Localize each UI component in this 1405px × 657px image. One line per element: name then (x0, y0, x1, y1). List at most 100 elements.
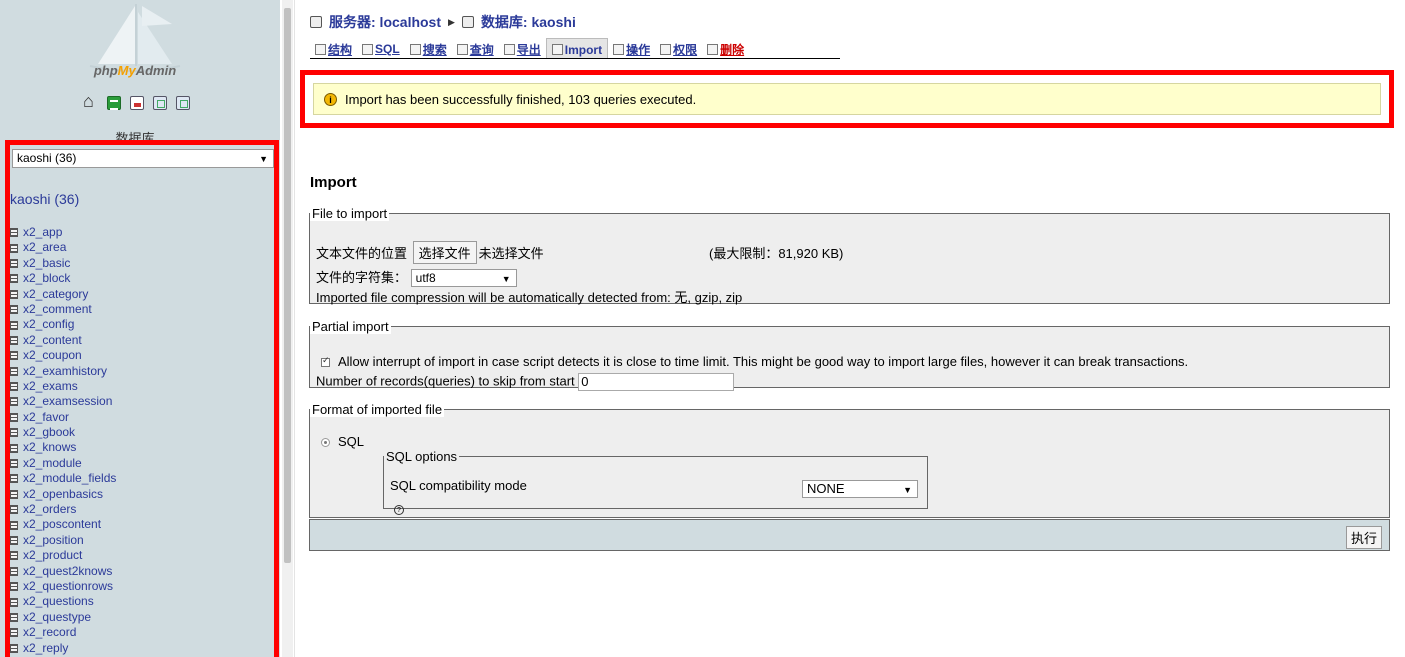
sidebar-table-item[interactable]: x2_knows (10, 440, 116, 455)
table-icon[interactable] (10, 443, 18, 453)
table-icon[interactable] (10, 536, 18, 545)
docs-icon[interactable] (153, 96, 167, 110)
table-link[interactable]: x2_poscontent (23, 517, 101, 532)
scrollbar-thumb[interactable] (284, 8, 291, 563)
database-heading-link[interactable]: kaoshi (36) (10, 191, 79, 207)
tab-sql[interactable]: SQL (357, 38, 405, 58)
charset-select[interactable]: utf8 ▼ (410, 269, 517, 287)
database-select[interactable]: kaoshi (36) ▼ (12, 149, 274, 168)
allow-interrupt-checkbox[interactable] (321, 355, 330, 368)
table-icon[interactable] (10, 243, 18, 253)
table-icon[interactable] (10, 274, 18, 284)
help-icon[interactable]: ? (394, 505, 404, 515)
breadcrumb-database-link[interactable]: 数据库: kaoshi (481, 12, 576, 32)
table-link[interactable]: x2_coupon (23, 348, 82, 363)
sidebar-table-item[interactable]: x2_questype (10, 610, 116, 625)
tab-query[interactable]: 查询 (452, 38, 499, 58)
sidebar-table-item[interactable]: x2_questionrows (10, 579, 116, 594)
table-icon[interactable] (10, 305, 18, 315)
table-link[interactable]: x2_reply (23, 641, 68, 656)
table-link[interactable]: x2_record (23, 625, 76, 640)
table-icon[interactable] (10, 412, 18, 422)
sidebar-table-item[interactable]: x2_reply (10, 641, 116, 656)
tab-drop[interactable]: 删除 (702, 38, 749, 58)
table-link[interactable]: x2_openbasics (23, 487, 103, 502)
table-link[interactable]: x2_questions (23, 594, 94, 609)
tab-operations[interactable]: 操作 (608, 38, 655, 58)
choose-file-button[interactable]: 选择文件 (412, 241, 477, 264)
tab-export[interactable]: 导出 (499, 38, 546, 58)
table-link[interactable]: x2_examsession (23, 394, 112, 409)
table-icon[interactable] (10, 289, 18, 299)
sidebar-scrollbar[interactable] (282, 0, 293, 657)
format-sql-radio[interactable] (321, 438, 330, 448)
table-link[interactable]: x2_category (23, 287, 88, 302)
table-link[interactable]: x2_favor (23, 410, 69, 425)
sidebar-table-item[interactable]: x2_module_fields (10, 471, 116, 486)
table-icon[interactable] (10, 551, 18, 561)
table-icon[interactable] (10, 320, 18, 330)
skip-queries-input[interactable]: 0 (578, 373, 735, 391)
table-icon[interactable] (10, 428, 18, 438)
tab-structure[interactable]: 结构 (310, 38, 357, 58)
table-link[interactable]: x2_questype (23, 610, 91, 625)
sidebar-table-item[interactable]: x2_config (10, 317, 116, 332)
changelog-icon[interactable] (176, 96, 190, 110)
sidebar-table-item[interactable]: x2_record (10, 625, 116, 640)
table-icon[interactable] (10, 597, 18, 607)
table-link[interactable]: x2_basic (23, 256, 70, 271)
sql-icon[interactable] (130, 96, 144, 110)
table-link[interactable]: x2_config (23, 317, 74, 332)
tab-search[interactable]: 搜索 (405, 38, 452, 58)
table-icon[interactable] (10, 643, 18, 653)
compat-mode-select[interactable]: NONE ▼ (802, 480, 918, 498)
table-link[interactable]: x2_orders (23, 502, 76, 517)
table-link[interactable]: x2_module (23, 456, 82, 471)
sidebar-table-item[interactable]: x2_favor (10, 410, 116, 425)
table-icon[interactable] (10, 351, 18, 361)
sidebar-table-item[interactable]: x2_category (10, 287, 116, 302)
table-icon[interactable] (10, 459, 18, 469)
sidebar-table-item[interactable]: x2_product (10, 548, 116, 563)
table-icon[interactable] (10, 612, 18, 622)
table-link[interactable]: x2_area (23, 240, 66, 255)
table-link[interactable]: x2_product (23, 548, 82, 563)
tab-privileges[interactable]: 权限 (655, 38, 702, 58)
table-icon[interactable] (10, 335, 18, 345)
sidebar-table-item[interactable]: x2_coupon (10, 348, 116, 363)
table-icon[interactable] (10, 397, 18, 407)
table-icon[interactable] (10, 258, 18, 268)
query-window-icon[interactable] (107, 96, 121, 110)
table-link[interactable]: x2_comment (23, 302, 92, 317)
table-link[interactable]: x2_questionrows (23, 579, 113, 594)
table-icon[interactable] (10, 566, 18, 576)
table-icon[interactable] (10, 505, 18, 515)
table-icon[interactable] (10, 474, 18, 484)
table-link[interactable]: x2_content (23, 333, 82, 348)
tab-import[interactable]: Import (545, 38, 609, 58)
sidebar-table-item[interactable]: x2_position (10, 533, 116, 548)
sidebar-table-item[interactable]: x2_orders (10, 502, 116, 517)
breadcrumb-server-link[interactable]: 服务器: localhost (329, 12, 441, 32)
sidebar-table-item[interactable]: x2_exams (10, 379, 116, 394)
sidebar-table-item[interactable]: x2_area (10, 240, 116, 255)
table-link[interactable]: x2_gbook (23, 425, 75, 440)
table-link[interactable]: x2_examhistory (23, 364, 107, 379)
home-icon[interactable] (83, 91, 98, 112)
table-icon[interactable] (10, 520, 18, 530)
table-icon[interactable] (10, 228, 18, 238)
table-icon[interactable] (10, 489, 18, 499)
table-link[interactable]: x2_module_fields (23, 471, 116, 486)
sidebar-table-item[interactable]: x2_module (10, 456, 116, 471)
sidebar-table-item[interactable]: x2_app (10, 225, 116, 240)
sidebar-table-item[interactable]: x2_comment (10, 302, 116, 317)
table-link[interactable]: x2_exams (23, 379, 78, 394)
table-link[interactable]: x2_quest2knows (23, 564, 112, 579)
sidebar-table-item[interactable]: x2_content (10, 333, 116, 348)
sidebar-table-item[interactable]: x2_examhistory (10, 364, 116, 379)
sidebar-table-item[interactable]: x2_quest2knows (10, 564, 116, 579)
table-icon[interactable] (10, 382, 18, 392)
table-link[interactable]: x2_app (23, 225, 62, 240)
sidebar-table-item[interactable]: x2_openbasics (10, 487, 116, 502)
sidebar-table-item[interactable]: x2_gbook (10, 425, 116, 440)
